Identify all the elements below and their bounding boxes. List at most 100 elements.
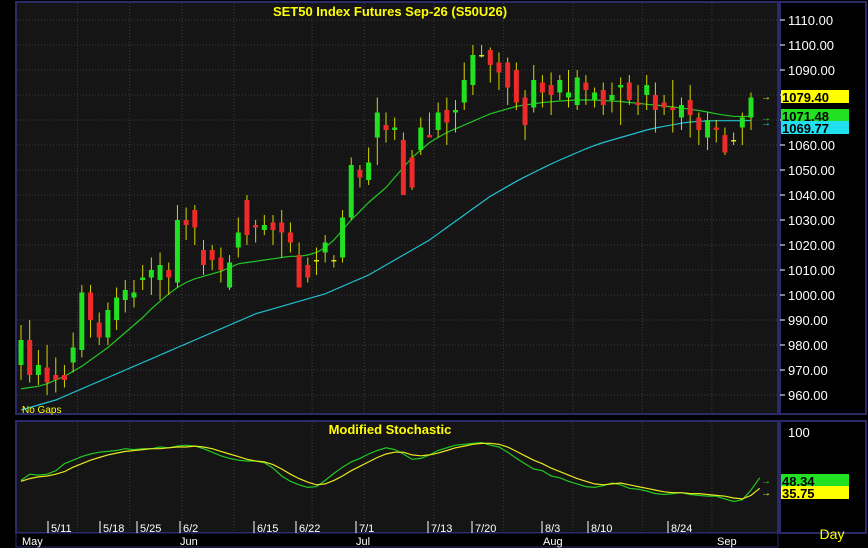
candle-body (557, 80, 563, 93)
candle-body (574, 77, 580, 105)
price-tick-label: 1040.00 (788, 188, 835, 203)
candle-body (35, 365, 41, 375)
month-label: Sep (717, 536, 737, 548)
candle-body (748, 97, 754, 118)
price-tick-label: 1010.00 (788, 263, 835, 278)
stochastic-d-tag-arrow: → (761, 488, 771, 499)
candle-body (270, 222, 276, 230)
candle-body (105, 310, 111, 338)
price-tick-label: 1110.00 (788, 13, 833, 28)
candle-body (566, 92, 571, 98)
date-tick-label: 5/11 (51, 523, 72, 535)
candle-body (122, 290, 128, 300)
candle-body (400, 140, 406, 195)
candle-body (635, 102, 641, 105)
candle-body (592, 92, 598, 100)
candle-body (70, 347, 76, 363)
candle-body (96, 322, 102, 338)
candle-body (548, 85, 554, 95)
candle-body (722, 135, 728, 153)
price-tick-label: 1100.00 (788, 38, 834, 53)
candle-body (705, 120, 711, 138)
candle-body (287, 232, 293, 243)
candle-body (678, 105, 684, 118)
last-price-tag-label: 1079.40 (782, 90, 829, 105)
stochastic-title: Modified Stochastic (329, 422, 452, 437)
candle-body (209, 250, 215, 260)
candle-body (496, 62, 502, 73)
candle-body (505, 62, 511, 88)
date-tick-label: 5/25 (140, 523, 161, 535)
candle-body (600, 90, 606, 105)
date-tick-label: 6/2 (183, 523, 198, 535)
candle-body (244, 200, 250, 235)
candle-body (18, 340, 24, 365)
candle-body (522, 97, 528, 125)
candle-body (453, 110, 459, 113)
candle-body (444, 110, 450, 123)
candle-body (739, 117, 745, 128)
candle-body (174, 220, 180, 283)
candle-body (618, 85, 624, 88)
candle-body (88, 292, 94, 320)
candle-body (426, 135, 432, 138)
price-tick-label: 990.00 (788, 313, 828, 328)
candle-body (392, 127, 398, 130)
candle-body (305, 265, 311, 278)
candle-body (296, 255, 302, 288)
candle-body (157, 265, 163, 280)
candle-body (609, 95, 615, 100)
gaps-note: No Gaps (22, 405, 61, 416)
month-label: Jul (356, 536, 370, 548)
price-tick-label: 960.00 (788, 388, 828, 403)
candle-body (626, 82, 632, 100)
candle-body (713, 127, 719, 130)
price-tick-label: 1050.00 (788, 163, 835, 178)
date-tick-label: 8/24 (671, 523, 692, 535)
stochastic-tick-label: 100 (788, 425, 810, 440)
last-price-tag-arrow: → (761, 92, 771, 103)
month-label: May (22, 536, 43, 548)
candle-body (279, 222, 285, 233)
candle-body (513, 70, 519, 103)
candle-body (531, 80, 537, 108)
x-axis-label: Day (820, 526, 845, 542)
candle-body (114, 297, 120, 320)
candle-body (418, 127, 424, 150)
chart-title: SET50 Index Futures Sep-26 (S50U26) (273, 4, 507, 19)
candle-body (661, 102, 667, 108)
date-axis (15, 532, 779, 548)
date-tick-label: 7/13 (431, 523, 452, 535)
candle-body (27, 340, 33, 375)
candle-body (487, 50, 493, 65)
candle-body (644, 85, 650, 95)
stochastic-d-tag-label: 35.75 (782, 486, 815, 501)
candle-body (670, 107, 676, 110)
stochastic-k-tag-arrow: → (761, 476, 771, 487)
candle-body (652, 95, 658, 110)
candle-body (53, 375, 59, 380)
candle-body (140, 277, 146, 280)
candle-body (201, 250, 206, 265)
candle-body (192, 210, 198, 228)
price-tick-labels: 960.00 970.00 980.00 990.00 1000.00 1010.00 10… (780, 13, 835, 440)
month-label: Jun (180, 536, 198, 548)
candle-body (131, 292, 137, 298)
date-tick-label: 8/10 (591, 523, 612, 535)
candle-body (166, 270, 172, 278)
candle-body (348, 165, 354, 218)
candle-body (470, 55, 476, 85)
candle-body (331, 260, 337, 262)
candle-body (731, 140, 737, 142)
date-tick-label: 5/18 (103, 523, 124, 535)
price-panel (15, 1, 779, 415)
ma-long-tag-arrow: → (761, 118, 771, 129)
candle-body (409, 157, 415, 188)
ma-long-tag-label: 1069.77 (782, 121, 829, 136)
candle-body (383, 125, 389, 130)
chart-canvas: 960.00 970.00 980.00 990.00 1000.00 1010.00 10… (0, 0, 868, 548)
candle-body (313, 260, 319, 262)
price-tick-label: 1000.00 (788, 288, 835, 303)
price-tick-label: 1090.00 (788, 63, 835, 78)
candle-body (322, 242, 328, 253)
